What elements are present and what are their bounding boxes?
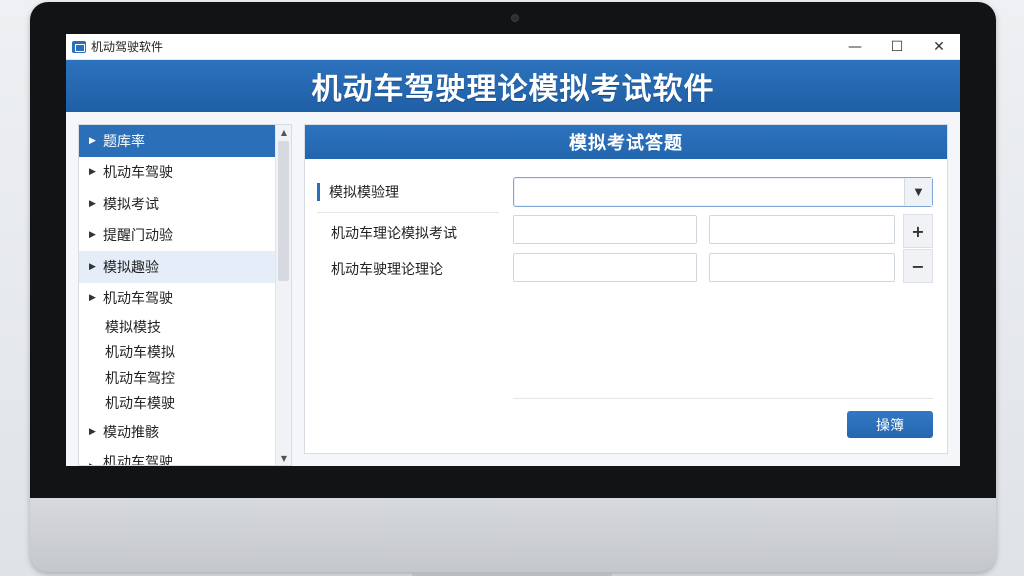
monitor-chin [30, 498, 996, 572]
sidebar-item-label: 模动推骸 [103, 424, 159, 441]
sidebar-subitem[interactable]: 机动车模驶 [79, 391, 275, 417]
sidebar-item-reminder[interactable]: ▶ 提醒门动验 [79, 220, 275, 252]
sidebar-item-vehicle-driving-2[interactable]: ▶ 机动车驾驶 [79, 283, 275, 315]
expand-arrow-icon: ▶ [89, 135, 96, 146]
app-window: 机动驾驶软件 — ☐ ✕ 机动车驾驶理论模拟考试软件 ▶ 题库率 ▶ 机动车驾驶… [66, 34, 960, 466]
panel-title: 模拟考试答题 [569, 133, 683, 154]
sidebar-item-vehicle-driving[interactable]: ▶ 机动车驾驶 [79, 157, 275, 189]
sidebar-item-label: 提醒门动验 [103, 228, 173, 245]
row-2-input-a[interactable] [513, 253, 697, 282]
sidebar-item-label: 模拟趣验 [103, 259, 159, 276]
maximize-button[interactable]: ☐ [876, 34, 918, 60]
sidebar-item-mock-test[interactable]: ▶ 模拟趣验 [79, 251, 275, 283]
app-icon [72, 40, 86, 53]
close-button[interactable]: ✕ [918, 34, 960, 60]
panel-header: 模拟考试答题 [305, 125, 947, 159]
scroll-up-icon[interactable]: ▲ [276, 125, 291, 139]
row-label-1: 机动车理论模拟考试 [331, 226, 457, 242]
row-2-input-b[interactable] [709, 253, 895, 282]
scroll-down-icon[interactable]: ▼ [276, 451, 291, 465]
app-title: 机动车驾驶理论模拟考试软件 [311, 72, 715, 107]
sidebar-subitem[interactable]: 机动车驾控 [79, 365, 275, 391]
expand-arrow-icon: ▶ [89, 293, 96, 304]
sidebar-item-label: 机动车驾驶 [103, 291, 173, 308]
divider [317, 212, 499, 213]
expand-arrow-icon: ▶ [89, 426, 96, 437]
window-titlebar: 机动驾驶软件 — ☐ ✕ [66, 34, 960, 60]
expand-arrow-icon: ▶ [89, 198, 96, 209]
webcam-icon [511, 14, 519, 22]
expand-arrow-icon: ▶ [89, 167, 96, 178]
remove-button[interactable]: − [903, 249, 933, 283]
expand-arrow-icon: ▶ [89, 230, 96, 241]
exam-panel: 模拟考试答题 模拟模验理 ▼ 机动车理论模拟考试 机动车驶理论理论 + − 操簿 [304, 124, 948, 454]
sidebar-nav: ▶ 题库率 ▶ 机动车驾驶 ▶ 模拟考试 ▶ 提醒门动验 ▶ 模拟趣验 ▶ 机动… [78, 124, 292, 466]
sidebar-item-label: 题库率 [103, 133, 145, 150]
sidebar-scrollbar[interactable]: ▲ ▼ [275, 125, 291, 465]
sidebar-item-tail-1[interactable]: ▶ 模动推骸 [79, 416, 275, 448]
monitor-stand [412, 572, 612, 576]
sidebar-subitem[interactable]: 模拟模技 [79, 314, 275, 340]
add-button[interactable]: + [903, 214, 933, 248]
sidebar-item-label: 模拟考试 [103, 196, 159, 213]
row-label-2: 机动车驶理论理论 [331, 262, 443, 278]
sidebar-item-label: 机动车驾驶 [103, 454, 173, 466]
chevron-down-icon[interactable]: ▼ [904, 178, 932, 206]
minimize-button[interactable]: — [834, 34, 876, 60]
sidebar-item-mock-exam[interactable]: ▶ 模拟考试 [79, 188, 275, 220]
sidebar-item-tail-2[interactable]: ▶ 机动车驾驶 [79, 448, 275, 466]
window-controls: — ☐ ✕ [834, 34, 960, 60]
row-1-input-a[interactable] [513, 215, 697, 244]
window-title: 机动驾驶软件 [91, 40, 164, 54]
accent-bar [317, 183, 320, 201]
category-select[interactable]: ▼ [513, 177, 933, 207]
field-label: 模拟模验理 [317, 181, 399, 203]
expand-arrow-icon: ▶ [89, 462, 103, 466]
sidebar-subitem[interactable]: 机动车模拟 [79, 340, 275, 366]
sidebar-item-label: 机动车驾驶 [103, 165, 173, 182]
row-1-input-b[interactable] [709, 215, 895, 244]
submit-button[interactable]: 操簿 [847, 411, 933, 438]
field-label-text: 模拟模验理 [329, 185, 399, 201]
expand-arrow-icon: ▶ [89, 261, 96, 272]
sidebar-item-question-bank[interactable]: ▶ 题库率 [79, 125, 275, 157]
sidebar-list: ▶ 题库率 ▶ 机动车驾驶 ▶ 模拟考试 ▶ 提醒门动验 ▶ 模拟趣验 ▶ 机动… [79, 125, 275, 466]
app-banner: 机动车驾驶理论模拟考试软件 [66, 60, 960, 112]
scroll-thumb[interactable] [278, 141, 289, 281]
divider [513, 398, 933, 399]
